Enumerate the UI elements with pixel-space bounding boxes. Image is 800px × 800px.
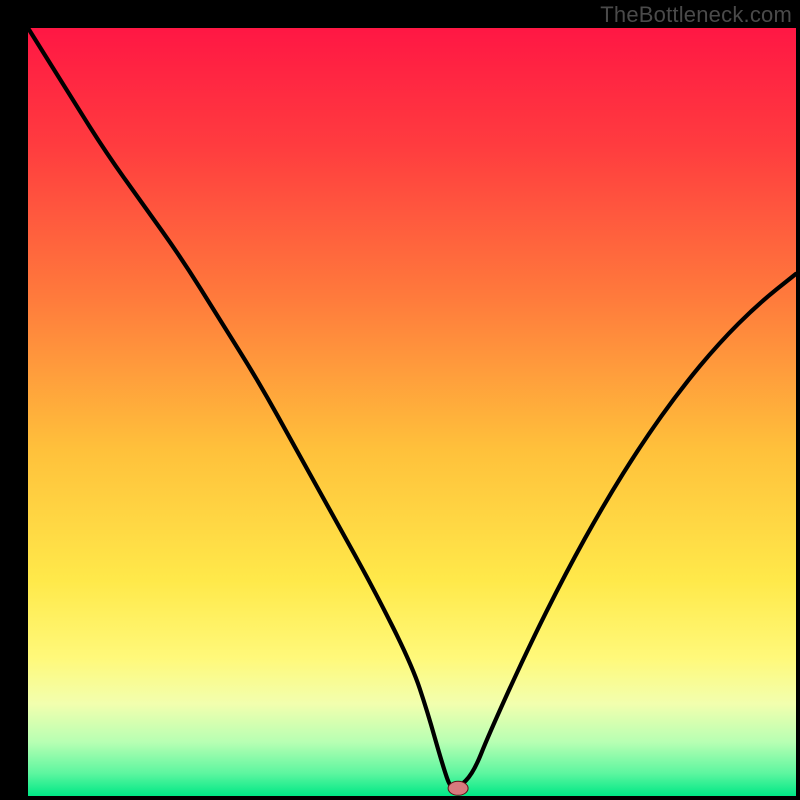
chart-frame: TheBottleneck.com [0,0,800,800]
plot-background [28,28,796,796]
bottleneck-chart [0,0,800,800]
optimal-point-marker [448,781,468,795]
watermark-text: TheBottleneck.com [600,2,792,28]
